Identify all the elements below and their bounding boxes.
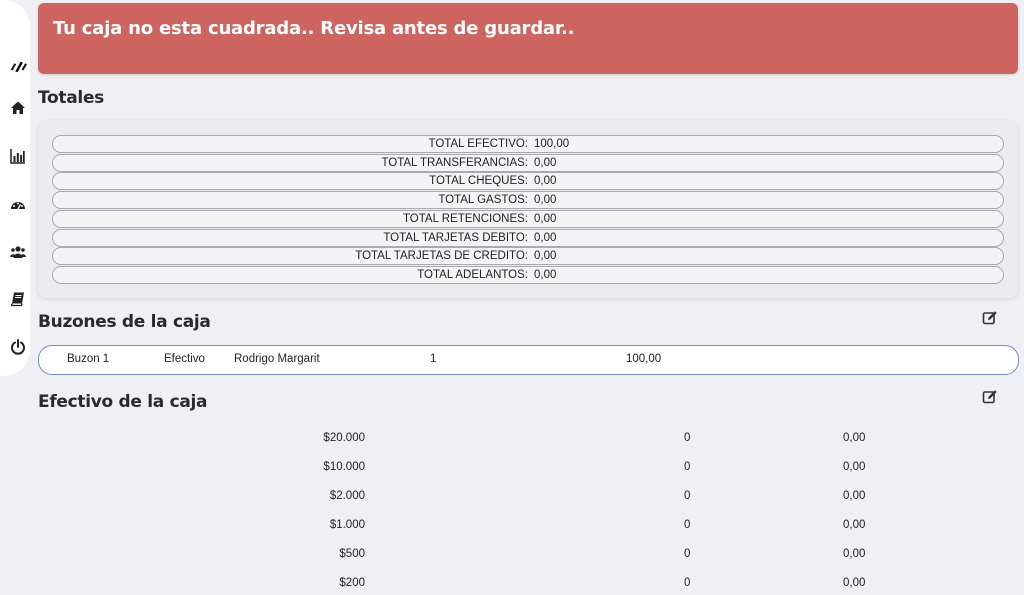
total-row: TOTAL RETENCIONES: 0,00: [52, 210, 1004, 228]
total-row: TOTAL GASTOS: 0,00: [52, 191, 1004, 209]
total-value: 0,00: [534, 250, 557, 262]
edit-buzones-icon[interactable]: [982, 310, 998, 326]
total-label: TOTAL EFECTIVO:: [428, 138, 528, 150]
home-icon[interactable]: [9, 99, 27, 117]
total-label: TOTAL ADELANTOS:: [417, 269, 528, 281]
total-value: 0,00: [534, 232, 557, 244]
buzon-type: Efectivo: [164, 353, 205, 365]
buzon-qty: 1: [430, 353, 437, 365]
cash-subtotal: 0,00: [843, 432, 866, 444]
totals-title: Totales: [38, 88, 104, 108]
total-row: TOTAL EFECTIVO: 100,00: [52, 135, 1004, 153]
total-label: TOTAL GASTOS:: [438, 194, 528, 206]
total-value: 0,00: [534, 175, 557, 187]
total-label: TOTAL RETENCIONES:: [402, 213, 528, 225]
buzones-title: Buzones de la caja: [38, 312, 211, 332]
efectivo-title: Efectivo de la caja: [38, 392, 208, 412]
cash-subtotal: 0,00: [843, 461, 866, 473]
cash-qty: 0: [684, 519, 691, 531]
total-label: TOTAL TARJETAS DE CREDITO:: [355, 250, 528, 262]
total-row: TOTAL CHEQUES: 0,00: [52, 172, 1004, 190]
denomination: $20.000: [323, 432, 365, 444]
total-row: TOTAL ADELANTOS: 0,00: [52, 266, 1004, 284]
unbalanced-alert: Tu caja no esta cuadrada.. Revisa antes …: [38, 3, 1018, 74]
buzon-name: Buzon 1: [67, 353, 110, 365]
cash-qty: 0: [684, 548, 691, 560]
cash-qty: 0: [684, 461, 691, 473]
buzon-amount: 100,00: [626, 353, 662, 365]
cash-subtotal: 0,00: [843, 519, 866, 531]
total-row: TOTAL TARJETAS DEBITO: 0,00: [52, 229, 1004, 247]
total-label: TOTAL TRANSFERANCIAS:: [381, 157, 528, 169]
cash-qty: 0: [684, 490, 691, 502]
denomination: $1.000: [329, 519, 365, 531]
denomination: $200: [339, 577, 365, 589]
total-value: 0,00: [534, 194, 557, 206]
totals-panel: TOTAL EFECTIVO: 100,00 TOTAL TRANSFERANC…: [38, 120, 1018, 298]
cash-qty: 0: [684, 577, 691, 589]
bar-chart-icon[interactable]: [9, 147, 27, 165]
buzon-user: Rodrigo Margarit: [234, 353, 320, 365]
total-value: 0,00: [534, 213, 557, 225]
sidebar: [0, 0, 30, 376]
alert-message: Tu caja no esta cuadrada.. Revisa antes …: [53, 18, 575, 39]
total-value: 100,00: [534, 138, 570, 150]
buzon-row[interactable]: Buzon 1 Efectivo Rodrigo Margarit 1 100,…: [38, 345, 1019, 375]
users-icon[interactable]: [9, 243, 27, 261]
denomination: $500: [339, 548, 365, 560]
cash-subtotal: 0,00: [843, 490, 866, 502]
dashboard-icon[interactable]: [9, 196, 27, 214]
total-value: 0,00: [534, 269, 557, 281]
cash-qty: 0: [684, 432, 691, 444]
cash-subtotal: 0,00: [843, 548, 866, 560]
total-label: TOTAL TARJETAS DEBITO:: [383, 232, 528, 244]
power-icon[interactable]: [9, 338, 27, 356]
total-value: 0,00: [534, 157, 557, 169]
cash-subtotal: 0,00: [843, 577, 866, 589]
logo-icon[interactable]: [9, 57, 27, 75]
edit-efectivo-icon[interactable]: [982, 389, 998, 405]
total-row: TOTAL TARJETAS DE CREDITO: 0,00: [52, 247, 1004, 265]
total-label: TOTAL CHEQUES:: [429, 175, 528, 187]
denomination: $10.000: [323, 461, 365, 473]
book-icon[interactable]: [9, 290, 27, 308]
total-row: TOTAL TRANSFERANCIAS: 0,00: [52, 154, 1004, 172]
denomination: $2.000: [329, 490, 365, 502]
